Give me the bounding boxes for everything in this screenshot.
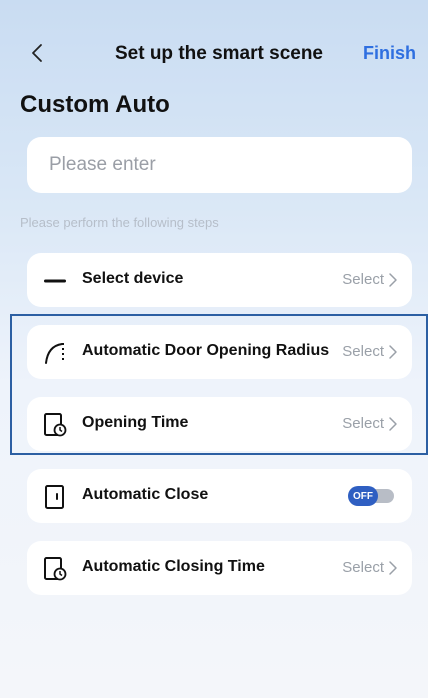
scene-name-input[interactable] — [27, 137, 412, 193]
door-radius-label: Automatic Door Opening Radius — [82, 342, 330, 359]
door-clock-icon — [42, 556, 68, 582]
door-radius-action: Select — [342, 343, 384, 360]
chevron-right-icon — [389, 417, 397, 431]
chevron-right-icon — [389, 345, 397, 359]
toggle-knob: OFF — [348, 486, 378, 506]
opening-time-label: Opening Time — [82, 414, 189, 431]
steps-hint: Please perform the following steps — [20, 215, 219, 230]
opening-time-action: Select — [342, 415, 384, 432]
opening-time-row[interactable]: Opening Time Select — [27, 397, 412, 451]
line-device-icon — [42, 268, 68, 294]
select-device-label: Select device — [82, 270, 184, 287]
closing-time-action: Select — [342, 559, 384, 576]
door-panel-icon — [42, 484, 68, 510]
scene-name-field — [27, 137, 412, 193]
auto-close-row: Automatic Close OFF — [27, 469, 412, 523]
door-radius-row[interactable]: Automatic Door Opening Radius Select — [27, 325, 412, 379]
select-device-action: Select — [342, 271, 384, 288]
top-bar: Set up the smart scene Finish — [0, 0, 428, 104]
closing-time-row[interactable]: Automatic Closing Time Select — [27, 541, 412, 595]
door-radius-icon — [42, 340, 68, 366]
closing-time-label: Automatic Closing Time — [82, 558, 265, 575]
section-heading: Custom Auto — [20, 91, 170, 118]
chevron-right-icon — [389, 561, 397, 575]
auto-close-label: Automatic Close — [82, 486, 209, 503]
chevron-right-icon — [389, 273, 397, 287]
auto-close-toggle[interactable]: OFF — [348, 486, 396, 506]
door-clock-icon — [42, 412, 68, 438]
select-device-row[interactable]: Select device Select — [27, 253, 412, 307]
finish-button[interactable]: Finish — [363, 43, 416, 64]
